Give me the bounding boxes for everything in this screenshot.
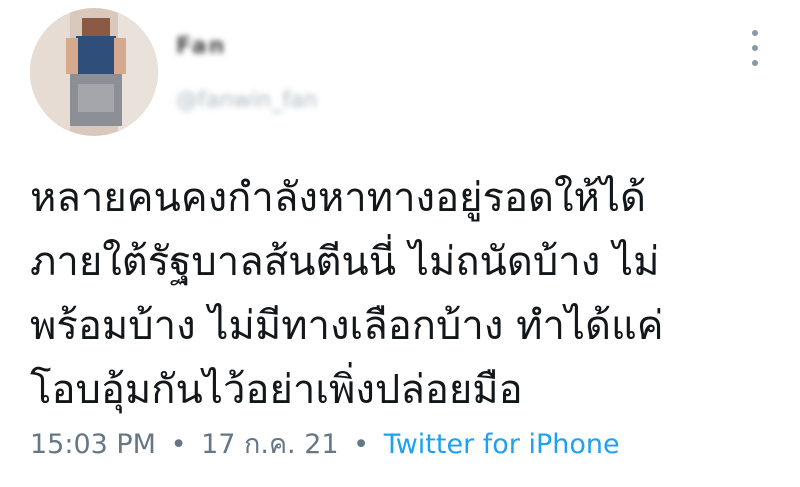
separator-dot: •: [170, 429, 187, 460]
tweet-line: หลายคนคงกำลังหาทางอยู่รอดให้ได้: [30, 175, 647, 221]
tweet-line: ภายใต้รัฐบาลส้นตีนนี่ ไม่ถนัดบ้าง ไม่: [30, 239, 660, 285]
more-dot: [752, 45, 758, 51]
tweet-line: โอบอุ้มกันไว้อย่าเพิ่งปล่อยมือ: [30, 367, 523, 413]
tweet-time[interactable]: 15:03 PM: [30, 429, 156, 460]
tweet-source-link[interactable]: Twitter for iPhone: [384, 429, 620, 460]
tweet-date[interactable]: 17 ก.ค. 21: [201, 429, 338, 460]
username-handle[interactable]: @fanwin_fan: [176, 88, 317, 113]
more-dot: [752, 60, 758, 66]
avatar[interactable]: [30, 8, 158, 136]
tweet-metadata: 15:03 PM • 17 ก.ค. 21 • Twitter for iPho…: [30, 422, 620, 465]
more-dot: [752, 30, 758, 36]
tweet-line: พร้อมบ้าง ไม่มีทางเลือกบ้าง ทำได้แค่: [30, 303, 664, 349]
tweet-text: หลายคนคงกำลังหาทางอยู่รอดให้ได้ ภายใต้รั…: [30, 166, 780, 422]
more-options-icon[interactable]: [744, 30, 766, 66]
separator-dot: •: [353, 429, 370, 460]
display-name[interactable]: Fan: [176, 34, 226, 59]
